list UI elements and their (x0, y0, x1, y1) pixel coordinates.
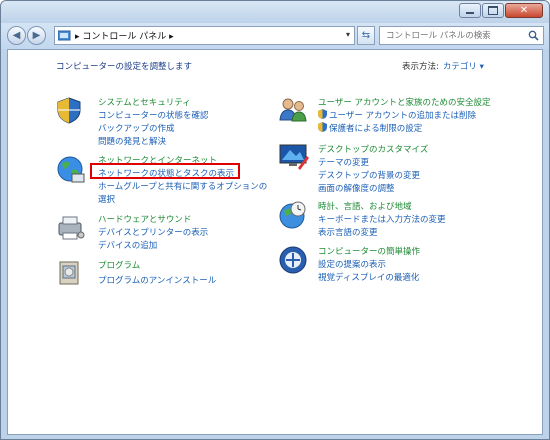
caption-buttons: ✕ (458, 3, 543, 18)
minimize-icon (466, 12, 474, 14)
view-by-value: カテゴリ (442, 62, 477, 72)
address-bar: ◀ ▶ ▸ コントロール パネル ▸ ▾ ⇆ (1, 23, 549, 49)
link-uninstall-program[interactable]: プログラムのアンインストール (98, 274, 216, 286)
category-title-ease[interactable]: コンピューターの簡単操作 (318, 245, 420, 257)
address-field[interactable]: ▸ コントロール パネル ▸ ▾ (54, 26, 355, 45)
breadcrumb-item[interactable]: コントロール パネル (82, 32, 166, 42)
content-pane: コンピューターの設定を調整します 表示方法: カテゴリ ▾ システムとセキュリティ… (7, 49, 543, 435)
appearance-icon[interactable] (278, 142, 310, 172)
hardware-sound-icon[interactable] (56, 214, 86, 242)
address-dropdown-icon[interactable]: ▾ (346, 30, 350, 39)
refresh-button[interactable]: ⇆ (357, 26, 375, 45)
close-icon: ✕ (519, 4, 529, 16)
forward-arrow-icon: ▶ (32, 30, 41, 41)
link-homegroup-select[interactable]: 選択 (98, 193, 115, 205)
category-title-appearance[interactable]: デスクトップのカスタマイズ (318, 143, 428, 155)
back-arrow-icon: ◀ (12, 30, 21, 41)
category-title-system[interactable]: システムとセキュリティ (98, 96, 191, 108)
category-title-hardware[interactable]: ハードウェアとサウンド (98, 213, 191, 225)
network-internet-icon[interactable] (56, 154, 86, 184)
link-troubleshoot[interactable]: 問題の発見と解決 (98, 135, 166, 147)
search-icon[interactable] (528, 30, 539, 41)
link-optimize-display[interactable]: 視覚ディスプレイの最適化 (318, 271, 419, 283)
link-adjust-resolution[interactable]: 画面の解像度の調整 (318, 182, 395, 194)
clock-language-region-icon[interactable] (278, 200, 308, 230)
back-button[interactable]: ◀ (7, 26, 26, 45)
link-add-remove-users-label: ユーザー アカウントの追加または削除 (329, 111, 477, 121)
shield-icon (318, 122, 327, 132)
search-box (379, 26, 544, 45)
highlight-box (90, 163, 240, 179)
view-by: 表示方法: カテゴリ ▾ (402, 60, 484, 72)
breadcrumb: ▸ コントロール パネル ▸ (75, 32, 174, 42)
control-panel-window: ✕ ◀ ▶ ▸ コントロール パネル ▸ ▾ ⇆ コンピューターの設定を調整しま… (0, 0, 550, 440)
programs-icon[interactable] (56, 258, 84, 288)
link-keyboard-input[interactable]: キーボードまたは入力方法の変更 (318, 213, 446, 225)
link-add-remove-users[interactable]: ユーザー アカウントの追加または削除 (318, 109, 476, 121)
link-display-language[interactable]: 表示言語の変更 (318, 226, 378, 238)
link-parental-controls-label: 保護者による制限の設定 (329, 124, 423, 134)
link-create-backup[interactable]: バックアップの作成 (98, 122, 175, 134)
close-button[interactable]: ✕ (505, 3, 543, 18)
link-homegroup-options[interactable]: ホームグループと共有に関するオプションの (98, 180, 267, 192)
maximize-button[interactable] (482, 3, 504, 18)
title-bar: ✕ (1, 1, 549, 23)
view-by-dropdown[interactable]: カテゴリ ▾ (443, 62, 484, 72)
link-change-theme[interactable]: テーマの変更 (318, 156, 369, 168)
link-parental-controls[interactable]: 保護者による制限の設定 (318, 122, 422, 134)
link-change-background[interactable]: デスクトップの背景の変更 (318, 169, 420, 181)
user-accounts-icon[interactable] (278, 96, 308, 124)
search-input[interactable] (386, 28, 526, 44)
system-security-icon[interactable] (56, 96, 82, 124)
link-add-device[interactable]: デバイスの追加 (98, 239, 157, 251)
link-devices-printers[interactable]: デバイスとプリンターの表示 (98, 226, 208, 238)
category-title-user[interactable]: ユーザー アカウントと家族のための安全設定 (318, 96, 491, 108)
shield-icon (318, 109, 327, 119)
view-by-label: 表示方法: (402, 62, 439, 72)
refresh-icon: ⇆ (361, 30, 371, 41)
link-get-recommendations[interactable]: 設定の提案の表示 (318, 258, 386, 270)
category-title-clock[interactable]: 時計、言語、および地域 (318, 200, 412, 212)
maximize-icon (488, 6, 498, 15)
page-title: コンピューターの設定を調整します (56, 62, 193, 72)
control-panel-icon (58, 30, 71, 41)
link-check-status[interactable]: コンピューターの状態を確認 (98, 109, 209, 121)
forward-button[interactable]: ▶ (27, 26, 46, 45)
minimize-button[interactable] (459, 3, 481, 18)
ease-of-access-icon[interactable] (278, 245, 308, 275)
category-title-programs[interactable]: プログラム (98, 259, 140, 271)
